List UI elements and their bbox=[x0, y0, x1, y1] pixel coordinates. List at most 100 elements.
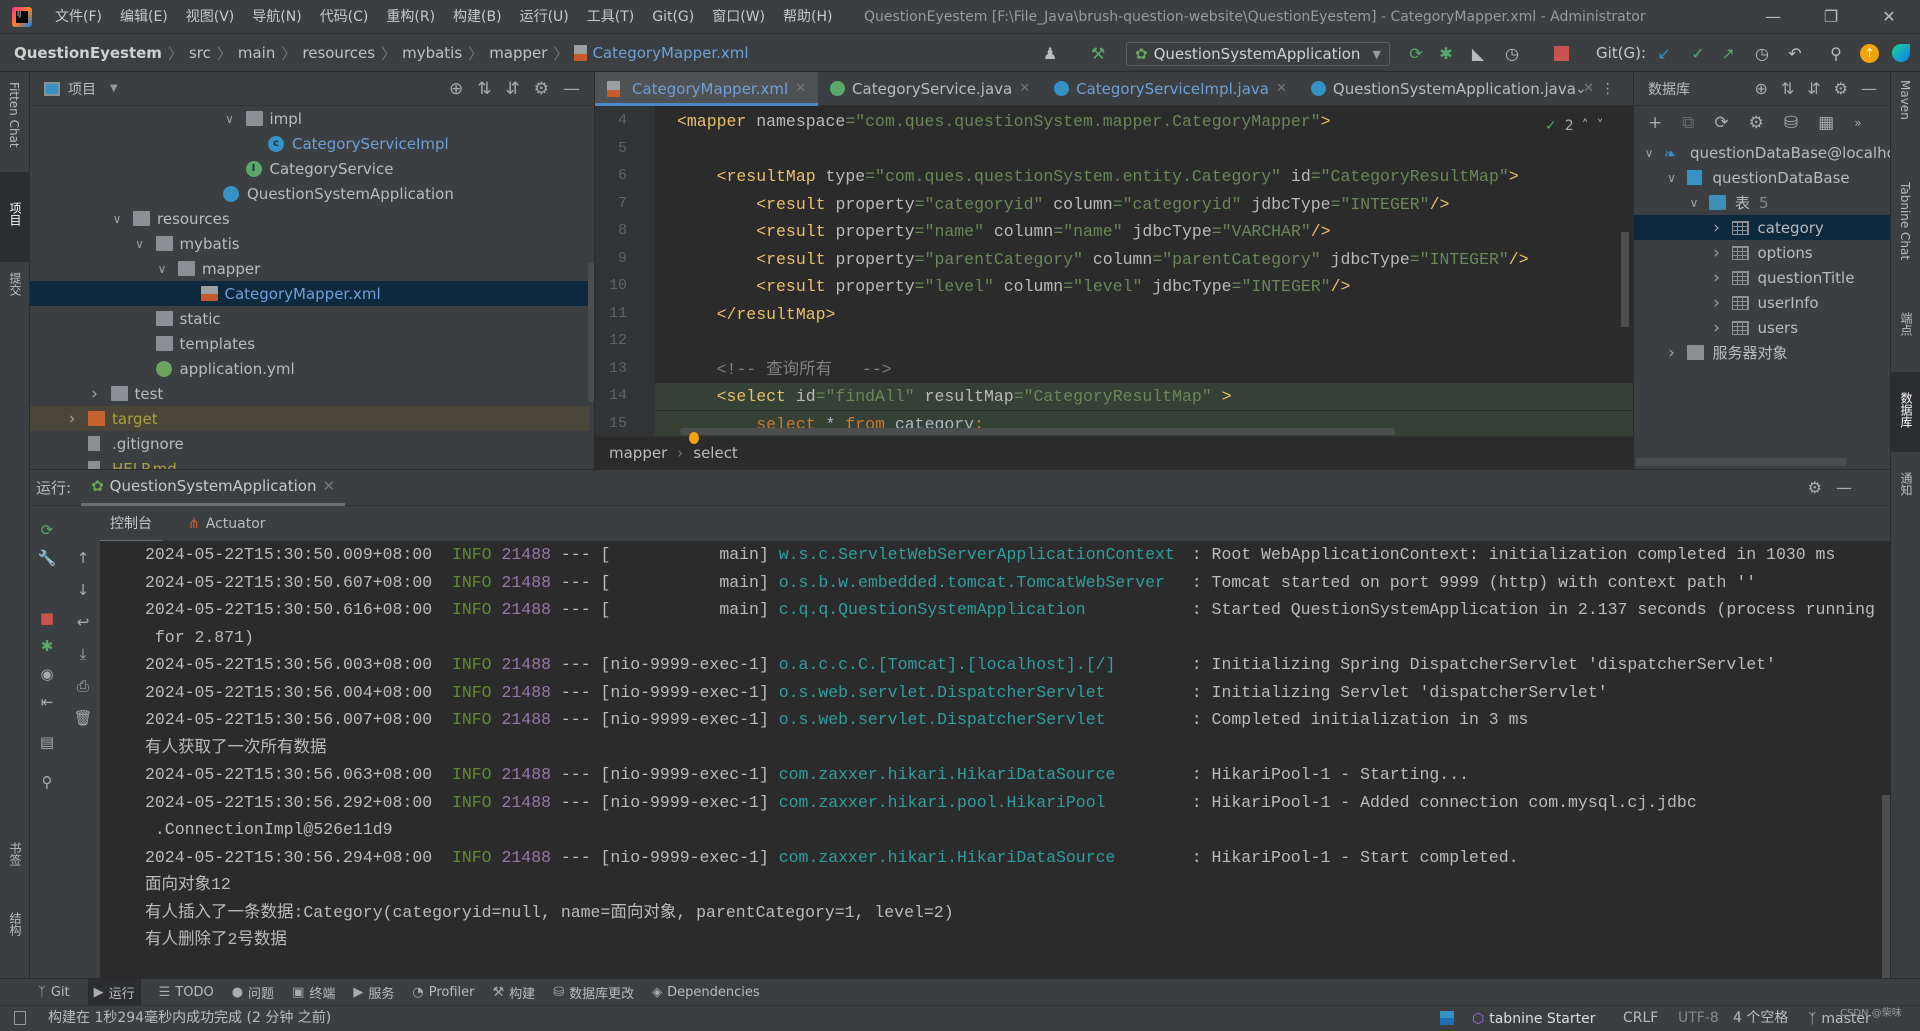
debug-icon[interactable]: ✱ bbox=[37, 636, 57, 656]
line-separator[interactable]: CRLF bbox=[1623, 1006, 1658, 1031]
menu-item[interactable]: 运行(U) bbox=[511, 0, 578, 34]
tool-commit[interactable]: 提交 bbox=[7, 272, 24, 296]
menu-item[interactable]: 窗口(W) bbox=[703, 0, 774, 34]
breadcrumb-item[interactable]: src bbox=[189, 44, 211, 62]
chevron-right-icon[interactable]: › bbox=[88, 384, 102, 404]
chevron-down-icon[interactable]: ∨ bbox=[223, 112, 237, 126]
chevron-right-icon[interactable]: › bbox=[1710, 268, 1724, 288]
run-tab[interactable]: ✿ QuestionSystemApplication ✕ bbox=[81, 470, 346, 506]
editor-tab[interactable]: CategoryServiceImpl.java ✕ bbox=[1042, 72, 1299, 106]
tree-item[interactable]: static bbox=[30, 306, 590, 331]
breadcrumb-root[interactable]: QuestionEyestem bbox=[14, 44, 162, 62]
more-icon[interactable]: ⋮ bbox=[1601, 81, 1629, 97]
scrollbar[interactable] bbox=[588, 262, 594, 402]
menu-item[interactable]: 编辑(E) bbox=[111, 0, 177, 34]
menu-item[interactable]: 帮助(H) bbox=[774, 0, 841, 34]
menu-item[interactable]: 代码(C) bbox=[311, 0, 378, 34]
gear-icon[interactable]: ⚙ bbox=[1808, 478, 1836, 497]
log-logger[interactable]: o.s.web.servlet.DispatcherServlet bbox=[779, 679, 1192, 706]
database-tree-item[interactable]: ∨ 表 5 bbox=[1634, 190, 1890, 215]
tool-database[interactable]: 数据库 bbox=[1898, 392, 1915, 428]
git-commit-icon[interactable]: ✓ bbox=[1688, 44, 1708, 64]
collapse-all-icon[interactable]: ⇵ bbox=[1807, 79, 1833, 98]
menu-item[interactable]: 导航(N) bbox=[243, 0, 310, 34]
breadcrumb-item[interactable]: main bbox=[238, 44, 275, 62]
chevron-down-icon[interactable]: ∨ bbox=[133, 237, 147, 251]
hide-icon[interactable]: — bbox=[1861, 79, 1890, 98]
chevron-right-icon[interactable]: › bbox=[65, 409, 79, 429]
tree-item[interactable]: templates bbox=[30, 331, 590, 356]
project-panel-title[interactable]: 项目 bbox=[68, 79, 96, 99]
code-line[interactable]: <select id="findAll" resultMap="Category… bbox=[655, 383, 1633, 410]
pin-icon[interactable]: ⚲ bbox=[37, 772, 57, 792]
close-tab-icon[interactable]: ✕ bbox=[1019, 81, 1030, 96]
intention-bulb-icon[interactable] bbox=[689, 432, 700, 444]
breadcrumb-current[interactable]: CategoryMapper.xml bbox=[592, 44, 748, 62]
chevron-down-icon[interactable]: ∨ bbox=[1665, 171, 1679, 185]
bottom-tool-问题[interactable]: ● 问题 bbox=[232, 983, 274, 1002]
close-tab-icon[interactable]: ✕ bbox=[1276, 81, 1287, 96]
locate-icon[interactable]: ⊕ bbox=[1754, 79, 1780, 98]
chevron-right-icon[interactable]: › bbox=[1665, 343, 1679, 363]
toggle-tool-windows-icon[interactable] bbox=[14, 1011, 26, 1025]
inspection-widget[interactable]: ✓ 2 ˄ ˅ bbox=[1545, 118, 1604, 134]
database-tree-item[interactable]: › options bbox=[1634, 240, 1890, 265]
breadcrumb-item[interactable]: resources bbox=[302, 44, 375, 62]
bottom-tool-profiler[interactable]: ◔ Profiler bbox=[412, 985, 474, 1000]
database-tree-item[interactable]: › 服务器对象 bbox=[1634, 340, 1890, 365]
chevron-down-icon[interactable]: ▼ bbox=[110, 83, 118, 94]
search-icon[interactable]: ⚲ bbox=[1826, 44, 1846, 64]
log-logger[interactable]: com.zaxxer.hikari.pool.HikariPool bbox=[779, 789, 1192, 816]
history-icon[interactable]: ◷ bbox=[1752, 44, 1772, 64]
tool-bookmarks[interactable]: 书签 bbox=[7, 842, 24, 866]
bottom-tool-数据库更改[interactable]: ⛁ 数据库更改 bbox=[553, 983, 634, 1002]
editor-scrollbar[interactable] bbox=[1621, 232, 1629, 327]
menu-item[interactable]: 工具(T) bbox=[578, 0, 643, 34]
log-logger[interactable]: com.zaxxer.hikari.HikariDataSource bbox=[779, 844, 1192, 871]
horizontal-scrollbar[interactable] bbox=[680, 428, 1395, 435]
indent-setting[interactable]: 4 个空格 bbox=[1733, 1006, 1788, 1031]
scroll-down-icon[interactable]: ↓ bbox=[73, 580, 93, 600]
breadcrumb-item[interactable]: mybatis bbox=[402, 44, 462, 62]
tree-item[interactable]: › target bbox=[30, 406, 590, 431]
git-update-icon[interactable]: ↙ bbox=[1654, 44, 1674, 64]
tree-item[interactable]: CategoryMapper.xml bbox=[30, 281, 590, 306]
clear-icon[interactable]: 🗑 bbox=[73, 708, 93, 728]
rollback-icon[interactable]: ↶ bbox=[1785, 44, 1805, 64]
chevron-right-icon[interactable]: › bbox=[1710, 293, 1724, 313]
code-line[interactable]: <result property="name" column="name" jd… bbox=[677, 218, 1330, 245]
editor-tab[interactable]: CategoryMapper.xml ✕ bbox=[595, 71, 819, 106]
print-icon[interactable]: ⎙ bbox=[73, 676, 93, 696]
code-line[interactable]: </resultMap> bbox=[677, 301, 836, 328]
code-line[interactable]: <result property="categoryid" column="ca… bbox=[677, 191, 1449, 218]
chevron-down-icon[interactable]: ⌄ bbox=[1575, 81, 1601, 97]
add-icon[interactable]: + bbox=[1648, 113, 1662, 133]
tool-tabnine-chat[interactable]: Tabnine Chat bbox=[1898, 182, 1912, 260]
tool-fitten-chat[interactable]: Fitten Chat bbox=[7, 82, 21, 148]
tool-notifications[interactable]: 通知 bbox=[1898, 472, 1915, 496]
soft-wrap-icon[interactable]: ↩ bbox=[73, 612, 93, 632]
chevron-right-icon[interactable]: › bbox=[1710, 318, 1724, 338]
camera-icon[interactable]: ◉ bbox=[37, 664, 57, 684]
bottom-tool-运行[interactable]: ▶ 运行 bbox=[87, 978, 141, 1006]
menu-item[interactable]: 视图(V) bbox=[177, 0, 244, 34]
tool-endpoints[interactable]: 端点 bbox=[1898, 312, 1915, 336]
code-line[interactable]: <result property="level" column="level" … bbox=[677, 273, 1350, 300]
tree-item[interactable]: c CategoryServiceImpl bbox=[30, 131, 590, 156]
chevron-down-icon[interactable]: ∨ bbox=[155, 262, 169, 276]
tool-maven[interactable]: Maven bbox=[1898, 80, 1912, 120]
user-icon[interactable]: ♟ bbox=[1040, 44, 1060, 64]
chevron-down-icon[interactable]: ∨ bbox=[1642, 146, 1656, 160]
breadcrumb-mapper[interactable]: mapper bbox=[609, 444, 667, 462]
collapse-all-icon[interactable]: ⇵ bbox=[506, 79, 534, 99]
disconnect-icon[interactable]: ⛁ bbox=[1784, 113, 1798, 133]
hide-icon[interactable]: — bbox=[563, 79, 594, 99]
chevron-down-icon[interactable]: ∨ bbox=[110, 212, 124, 226]
stop-icon[interactable] bbox=[1554, 46, 1569, 61]
bottom-tool-dependencies[interactable]: ◈ Dependencies bbox=[652, 985, 760, 1000]
tree-item[interactable]: ∨ mapper bbox=[30, 256, 590, 281]
code-line[interactable]: <resultMap type="com.ques.questionSystem… bbox=[677, 163, 1519, 190]
rerun-icon[interactable]: ⟳ bbox=[37, 520, 57, 540]
log-logger[interactable]: c.q.q.QuestionSystemApplication bbox=[779, 596, 1192, 623]
run-configuration-select[interactable]: ✿ QuestionSystemApplication ▼ bbox=[1126, 42, 1390, 66]
